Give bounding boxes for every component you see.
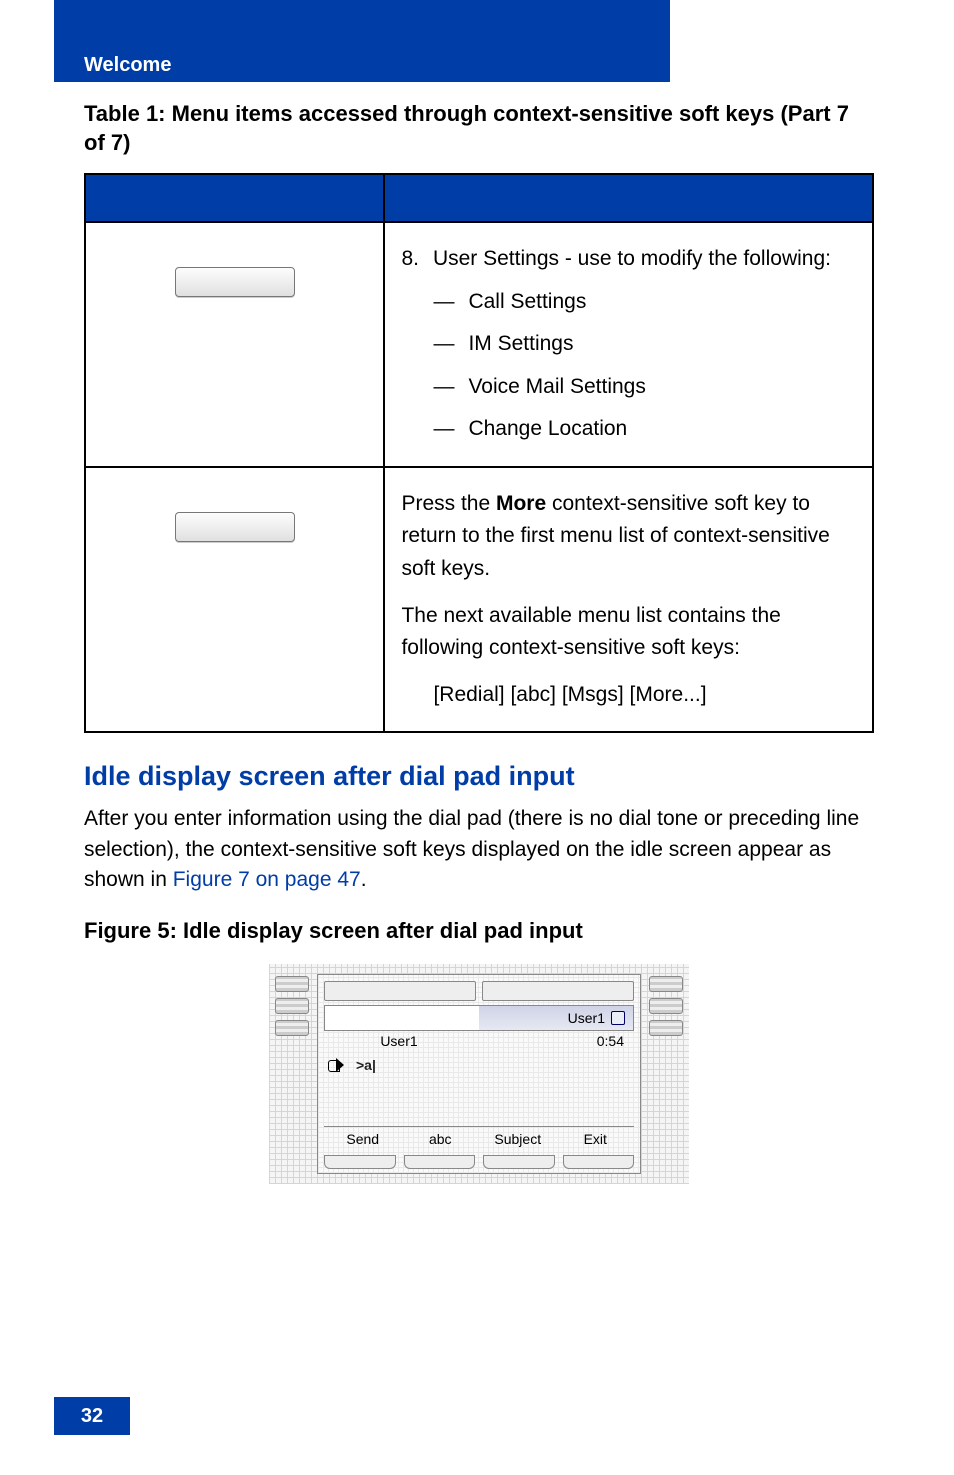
lcd-softkey-label: Subject: [479, 1131, 557, 1147]
list-number: 8.: [401, 243, 419, 276]
section-heading: Idle display screen after dial pad input: [84, 761, 874, 792]
table-row: Press the More context-sensitive soft ke…: [85, 467, 873, 732]
lcd-top-slot: [324, 981, 476, 1001]
table-header-right: [384, 174, 873, 222]
dash-icon: —: [433, 328, 454, 361]
sub-item: Voice Mail Settings: [468, 371, 645, 404]
softkeys-list: [Redial] [abc] [Msgs] [More...]: [433, 679, 856, 712]
page-number: 32: [54, 1397, 130, 1435]
side-key-icon: [649, 998, 683, 1014]
table-row: 8. User Settings - use to modify the fol…: [85, 222, 873, 467]
dash-icon: —: [433, 371, 454, 404]
softkey-button-placeholder: [175, 512, 295, 542]
speaker-icon: [328, 1058, 350, 1072]
lcd-softkey-label: Send: [324, 1131, 402, 1147]
menu-items-table: 8. User Settings - use to modify the fol…: [84, 173, 874, 733]
table-caption: Table 1: Menu items accessed through con…: [84, 100, 874, 157]
lcd-softkey-pad: [324, 1155, 396, 1169]
list-lead-text: User Settings - use to modify the follow…: [433, 243, 831, 276]
para-text: The next available menu list contains th…: [401, 600, 856, 665]
side-key-icon: [275, 976, 309, 992]
lcd-softkey-pad: [563, 1155, 635, 1169]
lcd-user-label: User1: [324, 1033, 474, 1049]
body-text: .: [361, 868, 367, 891]
side-key-icon: [275, 998, 309, 1014]
cross-reference-link[interactable]: Figure 7 on page 47: [173, 868, 361, 891]
figure-caption: Figure 5: Idle display screen after dial…: [84, 918, 874, 944]
lcd-top-slot: [482, 981, 634, 1001]
lcd-status-left: [325, 1006, 479, 1030]
dash-icon: —: [433, 286, 454, 319]
lcd-softkey-pad: [404, 1155, 476, 1169]
body-paragraph: After you enter information using the di…: [84, 804, 874, 895]
sub-item: Change Location: [468, 413, 627, 446]
lcd-softkey-pad: [483, 1155, 555, 1169]
lcd-screen: User1 User1 0:54 >a| Send abc Subject Ex…: [317, 974, 641, 1174]
dash-icon: —: [433, 413, 454, 446]
phone-screenshot: User1 User1 0:54 >a| Send abc Subject Ex…: [269, 964, 689, 1184]
page-content: Table 1: Menu items accessed through con…: [84, 100, 874, 1184]
para-text: Press the: [401, 492, 496, 515]
sub-item: Call Settings: [468, 286, 586, 319]
lcd-softkey-label: abc: [402, 1131, 480, 1147]
lcd-status-user: User1: [568, 1010, 605, 1026]
sub-item: IM Settings: [468, 328, 573, 361]
softkey-button-placeholder: [175, 267, 295, 297]
table-header-left: [85, 174, 384, 222]
lcd-softkey-label: Exit: [557, 1131, 635, 1147]
side-key-icon: [649, 976, 683, 992]
side-key-icon: [275, 1020, 309, 1036]
lcd-time: 0:54: [474, 1033, 634, 1049]
phone-icon: [611, 1011, 625, 1025]
softkey-name: More: [496, 492, 546, 515]
side-key-icon: [649, 1020, 683, 1036]
lcd-input-text: >a|: [356, 1057, 376, 1073]
section-header: Welcome: [84, 54, 171, 77]
lcd-status-right: User1: [479, 1006, 633, 1030]
